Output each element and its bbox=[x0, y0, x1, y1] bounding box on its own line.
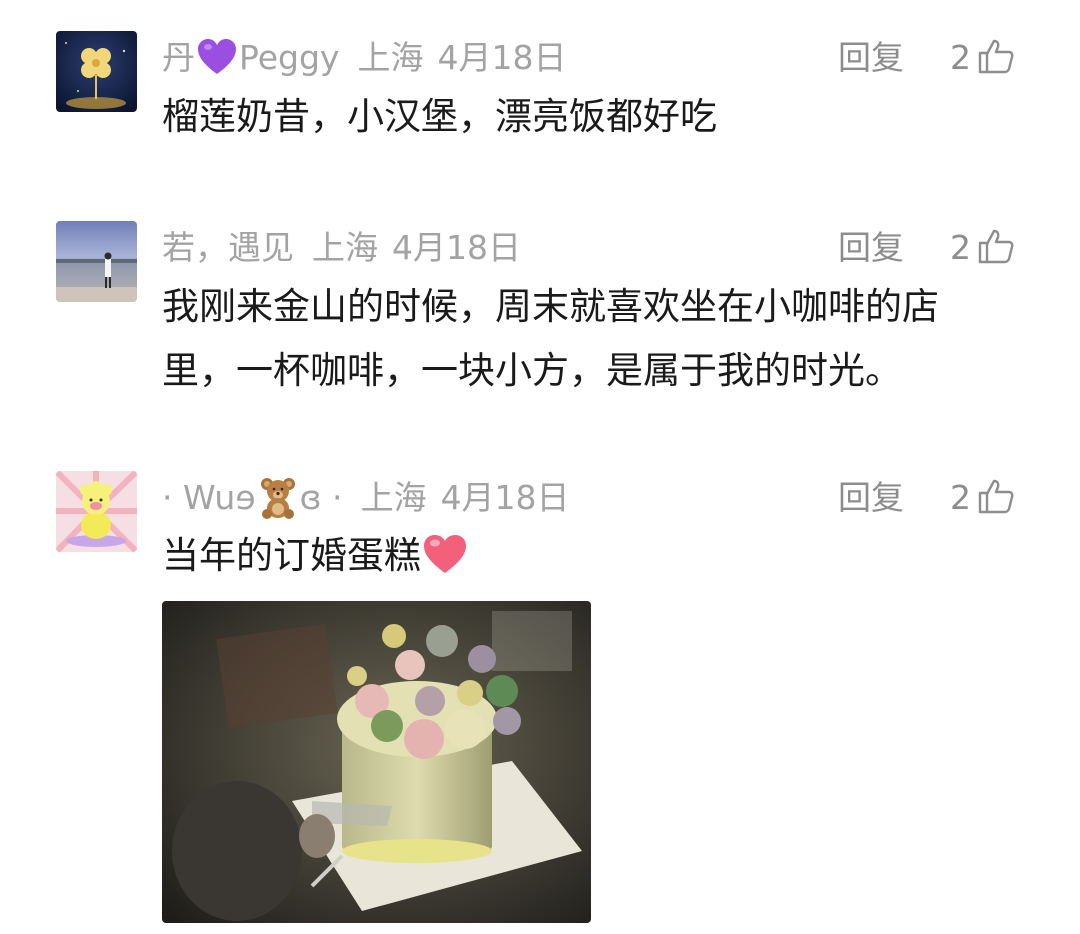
comment-text-line: 里，一杯咖啡，一块小方，是属于我的时光。 bbox=[162, 349, 902, 392]
location-label: 上海 bbox=[312, 228, 378, 267]
nickname-suffix[interactable]: Peggy bbox=[239, 38, 339, 77]
like-count: 2 bbox=[950, 478, 971, 517]
purple-heart-icon bbox=[195, 35, 239, 79]
location-label: 上海 bbox=[357, 38, 424, 77]
comment-text: 当年的订婚蛋糕 bbox=[162, 524, 1022, 588]
comment-text-body: 当年的订婚蛋糕 bbox=[162, 534, 421, 577]
nickname-suffix[interactable]: ɞ · bbox=[300, 478, 343, 517]
nickname[interactable]: 丹 bbox=[162, 38, 195, 77]
avatar[interactable] bbox=[56, 471, 137, 552]
avatar[interactable] bbox=[56, 31, 137, 112]
reply-button[interactable]: 回复 bbox=[838, 33, 904, 83]
comment-meta: · Wuɘ ɞ · 上海 4月18日 bbox=[162, 473, 570, 523]
nickname[interactable]: · Wuɘ bbox=[162, 478, 256, 517]
date-label: 4月18日 bbox=[437, 38, 567, 77]
reply-button[interactable]: 回复 bbox=[838, 223, 904, 273]
location-label: 上海 bbox=[360, 478, 427, 517]
like-button[interactable]: 2 bbox=[950, 33, 1015, 83]
thumbs-up-icon bbox=[977, 477, 1015, 515]
avatar[interactable] bbox=[56, 221, 137, 302]
like-button[interactable]: 2 bbox=[950, 473, 1015, 523]
comment-meta: 丹 Peggy 上海 4月18日 bbox=[162, 33, 566, 83]
date-label: 4月18日 bbox=[440, 478, 570, 517]
thumbs-up-icon bbox=[977, 227, 1015, 265]
date-label: 4月18日 bbox=[392, 228, 521, 267]
comment-meta: 若，遇见 上海 4月18日 bbox=[162, 223, 521, 273]
nickname[interactable]: 若，遇见 bbox=[162, 228, 294, 267]
like-count: 2 bbox=[950, 38, 971, 77]
attached-photo[interactable] bbox=[162, 601, 591, 923]
thumbs-up-icon bbox=[977, 37, 1015, 75]
cake-photo-image bbox=[162, 601, 591, 923]
reply-button[interactable]: 回复 bbox=[838, 473, 904, 523]
comment-text: 榴莲奶昔，小汉堡，漂亮饭都好吃 bbox=[162, 95, 717, 138]
pink-heart-icon bbox=[421, 530, 469, 578]
avatar-seaside-image bbox=[56, 221, 137, 302]
like-button[interactable]: 2 bbox=[950, 223, 1015, 273]
comment-text: 我刚来金山的时候，周末就喜欢坐在小咖啡的店 里，一杯咖啡，一块小方，是属于我的时… bbox=[162, 275, 1022, 403]
teddy-bear-icon bbox=[256, 475, 300, 519]
comment-text-line: 我刚来金山的时候，周末就喜欢坐在小咖啡的店 bbox=[162, 285, 939, 328]
avatar-clover-image bbox=[56, 31, 137, 112]
like-count: 2 bbox=[950, 228, 971, 267]
avatar-cartoon-image bbox=[56, 471, 137, 552]
